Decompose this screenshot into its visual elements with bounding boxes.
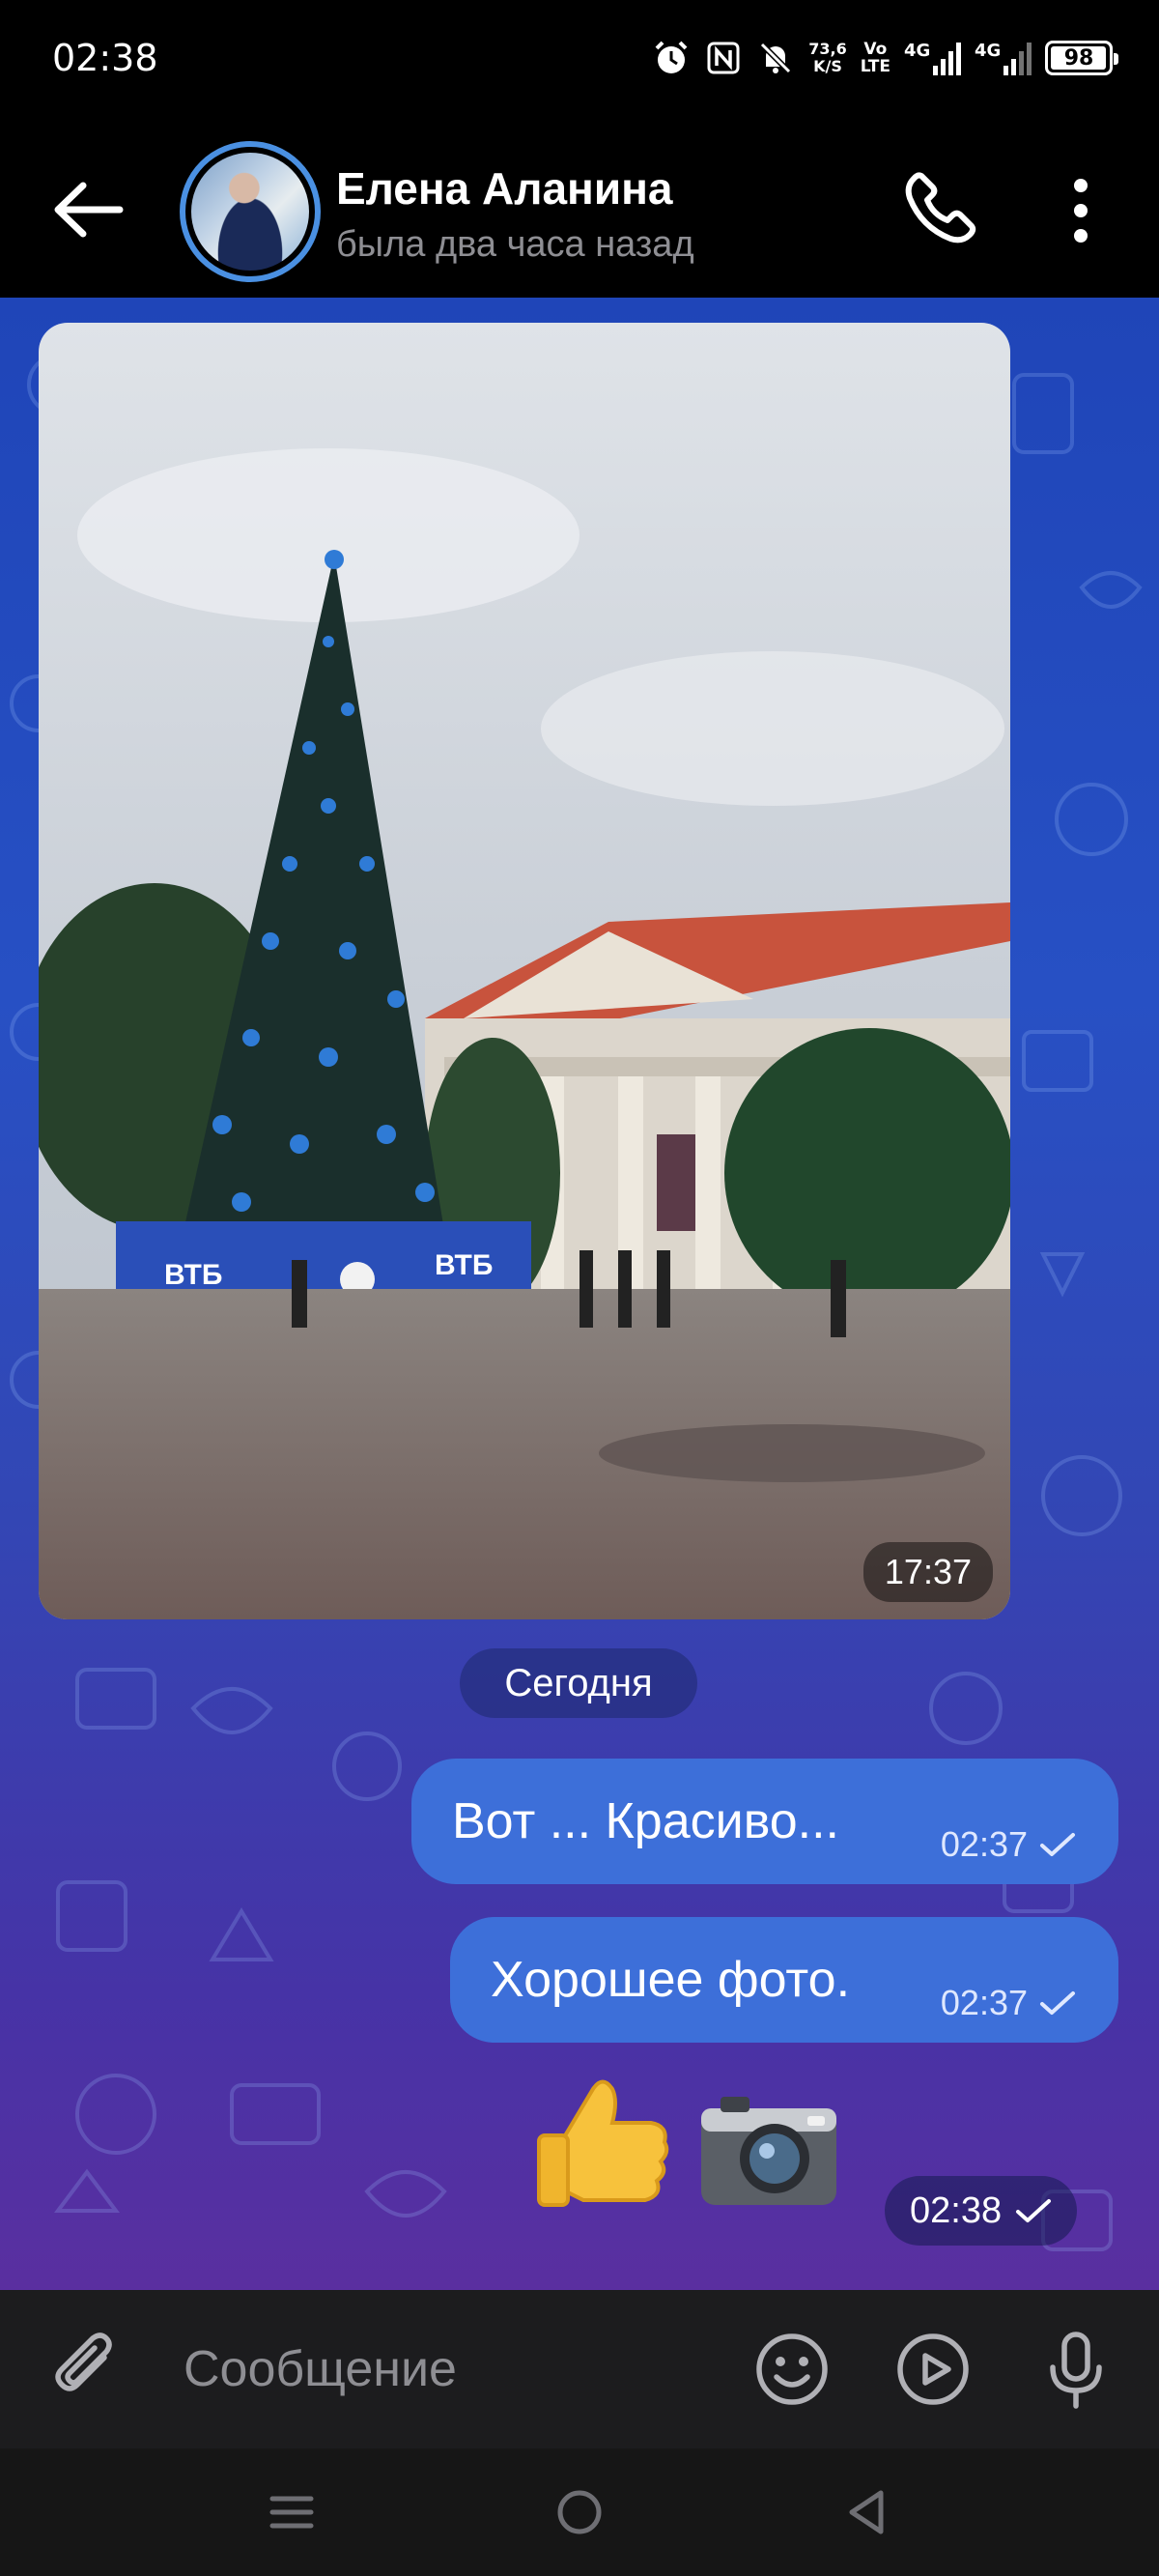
status-icons: 73,6 K/S Vo LTE 4G 4G 98: [652, 33, 1118, 83]
message-text: Хорошее фото.: [491, 1952, 851, 2008]
camera-icon: [701, 2097, 836, 2205]
emoji-message-meta: 02:38: [885, 2176, 1078, 2246]
message-time: 02:38: [910, 2190, 1003, 2231]
photo-time: 17:37: [862, 1542, 993, 1602]
outgoing-message[interactable]: Вот ... Красиво... 02:37: [411, 1759, 1118, 1884]
status-bar: 02:38 73,6 K/S Vo LTE 4G 4G 98: [0, 0, 1159, 116]
chat-area[interactable]: ВТБ ВТБ 17:37 Сегодня Вот ... Красиво... …: [0, 298, 1159, 2290]
video-note-icon[interactable]: [892, 2329, 974, 2410]
status-time: 02:38: [52, 37, 158, 79]
phone-icon[interactable]: [900, 166, 981, 247]
outgoing-message[interactable]: Хорошее фото. 02:37: [450, 1917, 1118, 2043]
system-nav-bar: [0, 2448, 1159, 2576]
svg-text:ВТБ: ВТБ: [435, 1249, 493, 1281]
photo-christmas-tree: ВТБ ВТБ: [39, 323, 1010, 1619]
smiley-icon[interactable]: [751, 2329, 833, 2410]
volte-indicator: Vo LTE: [861, 41, 890, 75]
sim2-label: 4G: [975, 41, 1002, 61]
paperclip-icon[interactable]: [48, 2329, 129, 2410]
back-arrow-icon[interactable]: [50, 176, 127, 243]
photo-message[interactable]: ВТБ ВТБ 17:37: [39, 323, 1010, 1619]
signal-icon-2: 4G: [975, 41, 1032, 75]
home-icon[interactable]: [549, 2481, 610, 2543]
single-check-icon: [1040, 1833, 1075, 1856]
battery-level: 98: [1063, 45, 1094, 71]
alarm-icon: [652, 39, 691, 77]
volte-top: Vo: [863, 40, 888, 59]
volte-bottom: LTE: [860, 57, 890, 76]
message-input[interactable]: [184, 2333, 705, 2406]
single-check-icon: [1016, 2199, 1052, 2222]
last-seen-status: была два часа назад: [336, 224, 694, 265]
mic-icon[interactable]: [1035, 2329, 1117, 2410]
message-meta: 02:37: [941, 1824, 1076, 1865]
net-speed-value: 73,6: [808, 40, 847, 58]
battery-icon: 98: [1045, 41, 1118, 75]
contact-name[interactable]: Елена Аланина: [336, 162, 672, 215]
nfc-icon: [704, 39, 743, 77]
message-meta: 02:37: [941, 1983, 1076, 2023]
recents-icon[interactable]: [261, 2481, 323, 2543]
back-icon[interactable]: [836, 2481, 898, 2543]
thumbs-up-icon: [537, 2079, 669, 2207]
single-check-icon: [1040, 1991, 1075, 2015]
net-speed: 73,6 K/S: [808, 41, 846, 75]
message-time: 02:37: [940, 1824, 1028, 1864]
more-vert-icon[interactable]: [1057, 172, 1105, 249]
message-text: Вот ... Красиво...: [452, 1793, 839, 1849]
signal-icon-1: 4G: [904, 41, 961, 75]
message-time: 02:37: [940, 1983, 1028, 2022]
net-speed-unit: K/S: [813, 57, 842, 75]
message-composer: [0, 2290, 1159, 2448]
avatar-image: [191, 153, 309, 271]
emoji-message[interactable]: [525, 2070, 846, 2224]
avatar[interactable]: [180, 141, 321, 282]
chat-header: Елена Аланина была два часа назад: [0, 116, 1159, 298]
sim1-label: 4G: [904, 41, 931, 61]
date-separator: Сегодня: [460, 1648, 697, 1718]
svg-text:ВТБ: ВТБ: [164, 1259, 222, 1291]
mute-icon: [756, 39, 795, 77]
